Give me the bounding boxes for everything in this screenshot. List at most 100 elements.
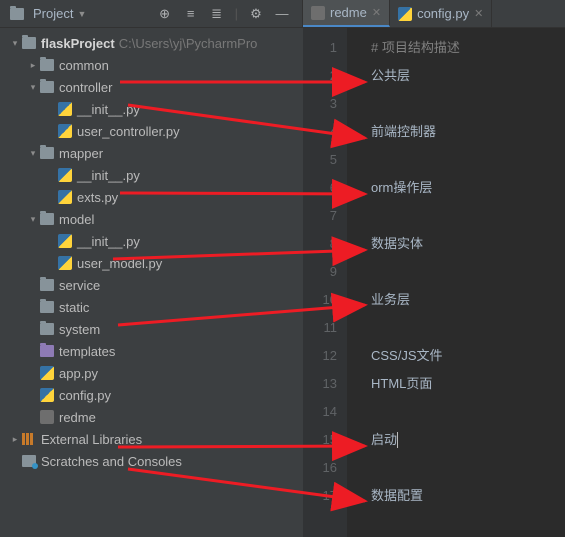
tree-row-External-Libraries[interactable]: ▸ External Libraries [0,428,303,450]
scratch-icon [22,455,36,467]
expand-arrow-icon[interactable]: ▸ [26,60,40,71]
code-line: HTML页面 [371,370,565,398]
close-icon[interactable]: ✕ [372,6,381,19]
tab-label: redme [330,5,367,20]
code-line: orm操作层 [371,174,565,202]
python-file-icon [40,366,54,380]
code-line [371,454,565,482]
tree-label: templates [59,344,115,359]
library-icon [22,433,36,445]
folder-icon [40,301,54,313]
tree-row---init---py[interactable]: __init__.py [0,164,303,186]
tree-label: exts.py [77,190,118,205]
line-number: 17 [303,482,337,510]
line-number: 16 [303,454,337,482]
tree-row-app-py[interactable]: app.py [0,362,303,384]
code-line [371,202,565,230]
code-line: 数据配置 [371,482,565,510]
tree-label: static [59,300,89,315]
tree-label: config.py [59,388,111,403]
line-number: 13 [303,370,337,398]
expand-arrow-icon[interactable]: ▾ [26,148,40,159]
tree-row-model[interactable]: ▾ model [0,208,303,230]
project-tool-button[interactable]: Project ▼ [6,4,90,23]
tree-label: __init__.py [77,102,140,117]
separator: | [235,6,238,21]
tree-label: controller [59,80,112,95]
tree-row-mapper[interactable]: ▾ mapper [0,142,303,164]
tree-label: __init__.py [77,234,140,249]
tree-row---init---py[interactable]: __init__.py [0,230,303,252]
tree-row-controller[interactable]: ▾ controller [0,76,303,98]
tree-label: flaskProject [41,36,115,51]
tree-row-Scratches-and-Consoles[interactable]: Scratches and Consoles [0,450,303,472]
project-tree: ▾ flaskProject C:\Users\yj\PycharmPro ▸ comm… [0,28,303,537]
tree-row-static[interactable]: static [0,296,303,318]
expand-arrow-icon[interactable]: ▾ [26,214,40,225]
tree-label: model [59,212,94,227]
tree-row-service[interactable]: service [0,274,303,296]
folder-icon [40,59,54,71]
code-line: 启动 [371,426,565,454]
tree-label: service [59,278,100,293]
expand-arrow-icon[interactable]: ▾ [26,82,40,93]
python-file-icon [58,190,72,204]
line-number: 12 [303,342,337,370]
collapse-all-icon[interactable]: ≣ [209,6,225,22]
py-file-icon [398,7,412,21]
close-icon[interactable]: ✕ [474,7,483,20]
tree-row-config-py[interactable]: config.py [0,384,303,406]
folder-icon [40,147,54,159]
tree-row-common[interactable]: ▸ common [0,54,303,76]
python-file-icon [58,256,72,270]
tree-row-templates[interactable]: templates [0,340,303,362]
tree-label: Scratches and Consoles [41,454,182,469]
editor-tabs: redme✕config.py✕ [303,0,492,27]
code-line: 前端控制器 [371,118,565,146]
tree-row-flaskProject[interactable]: ▾ flaskProject C:\Users\yj\PycharmPro [0,32,303,54]
tree-row-system[interactable]: system [0,318,303,340]
code-line [371,90,565,118]
expand-all-icon[interactable]: ≡ [183,6,199,22]
tree-label: redme [59,410,96,425]
gear-icon[interactable]: ⚙ [248,6,264,22]
tree-row-user-controller-py[interactable]: user_controller.py [0,120,303,142]
hide-icon[interactable]: — [274,6,290,22]
tab-config-py[interactable]: config.py✕ [390,0,492,27]
expand-arrow-icon[interactable]: ▾ [8,38,22,49]
tree-row---init---py[interactable]: __init__.py [0,98,303,120]
tree-row-user-model-py[interactable]: user_model.py [0,252,303,274]
code-line: 数据实体 [371,230,565,258]
python-file-icon [58,234,72,248]
toolbar-icons: ⊕ ≡ ≣ | ⚙ — [157,6,296,22]
toolbar-left: Project ▼ ⊕ ≡ ≣ | ⚙ — [0,0,303,27]
folder-icon [40,323,54,335]
line-number: 6 [303,174,337,202]
tree-label: mapper [59,146,103,161]
code-area[interactable]: # 项目结构描述公共层前端控制器orm操作层数据实体业务层CSS/JS文件HTM… [347,28,565,537]
python-file-icon [40,388,54,402]
gutter: 1234567891011121314151617 [303,28,347,537]
locate-icon[interactable]: ⊕ [157,6,173,22]
tree-path: C:\Users\yj\PycharmPro [119,36,258,51]
tree-label: common [59,58,109,73]
line-number: 2 [303,62,337,90]
tab-redme[interactable]: redme ✕ [303,0,390,27]
folder-icon [40,81,54,93]
project-icon [10,8,24,20]
tree-label: user_controller.py [77,124,180,139]
text-file-icon [40,410,54,424]
folder-icon [40,279,54,291]
txt-file-icon [311,6,325,20]
tree-label: External Libraries [41,432,142,447]
tree-label: user_model.py [77,256,162,271]
expand-arrow-icon[interactable]: ▸ [8,434,22,445]
code-line: CSS/JS文件 [371,342,565,370]
tree-row-redme[interactable]: redme [0,406,303,428]
tree-label: app.py [59,366,98,381]
code-line [371,258,565,286]
dropdown-arrow-icon: ▼ [77,9,86,19]
tree-row-exts-py[interactable]: exts.py [0,186,303,208]
main-area: ▾ flaskProject C:\Users\yj\PycharmPro ▸ comm… [0,28,565,537]
folder-icon [40,345,54,357]
